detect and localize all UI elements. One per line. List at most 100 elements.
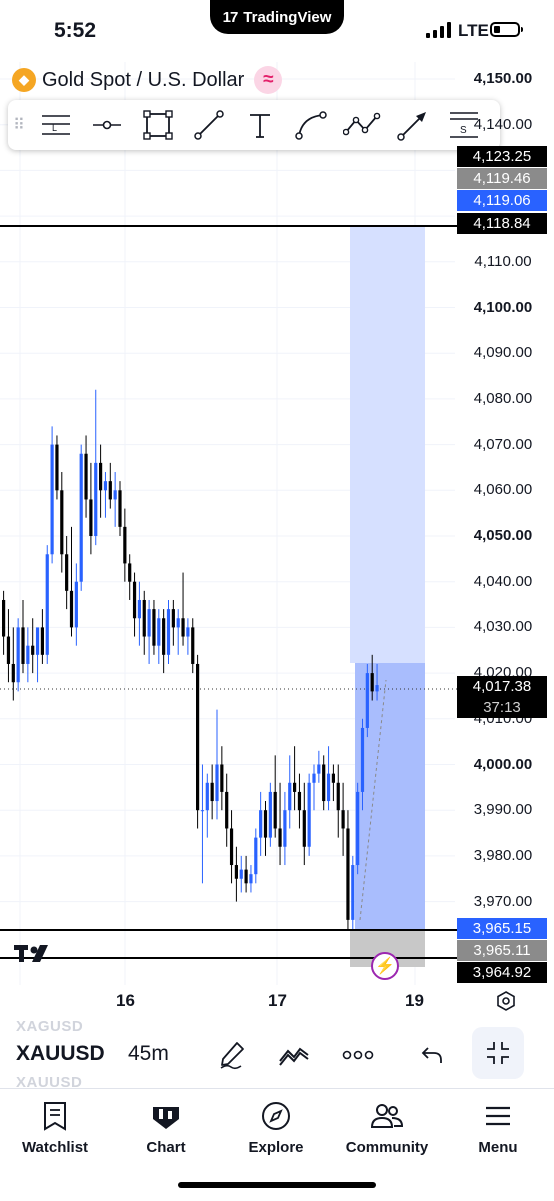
candle-body <box>2 599 6 637</box>
drawing-toolbar: ⠿ L S <box>8 100 500 150</box>
date-label: 19 <box>405 991 424 1010</box>
candle-body <box>69 590 74 628</box>
candle-body <box>26 645 30 664</box>
candle-body <box>74 581 78 628</box>
candle-body <box>210 782 214 802</box>
candle-body <box>239 869 243 879</box>
candle-body <box>147 609 151 637</box>
curve-icon[interactable] <box>285 103 336 147</box>
price-axis-label: 4,080.00 <box>473 389 533 407</box>
chart-icon <box>153 1107 179 1129</box>
tab-label: Community <box>345 1139 429 1156</box>
settings-icon[interactable] <box>495 990 517 1012</box>
network-type: LTE <box>458 21 489 40</box>
price-axis-label: 3,990.00 <box>473 801 533 819</box>
lightning-icon[interactable]: ⚡ <box>371 952 399 980</box>
candle-body <box>132 581 137 619</box>
more-button[interactable] <box>338 1035 378 1075</box>
price-axis-label: 4,030.00 <box>473 618 533 636</box>
candle-body <box>123 526 127 564</box>
candle-body <box>99 462 103 491</box>
candle-body <box>103 481 108 491</box>
app-name: TradingView <box>243 8 332 26</box>
profit-zone <box>355 663 425 930</box>
indicators-button[interactable] <box>274 1035 314 1075</box>
symbol-selector[interactable]: XAUUSD <box>16 1042 105 1066</box>
candle-body <box>84 453 88 500</box>
candle-body <box>94 462 98 536</box>
price-axis-label: 4,110.00 <box>474 252 532 270</box>
candle-body <box>360 727 365 792</box>
candle-body <box>191 627 195 664</box>
fullscreen-exit-button[interactable] <box>472 1027 524 1079</box>
trend-line-icon[interactable] <box>183 103 234 147</box>
candle-body <box>229 828 234 866</box>
date-label: 16 <box>116 991 135 1010</box>
candle-body <box>40 627 44 655</box>
live-price-tag: 4,017.38 37:13 <box>457 676 547 718</box>
candle-body <box>375 685 379 692</box>
wave-icon[interactable]: ≈ <box>254 66 283 94</box>
candle-body <box>220 764 224 792</box>
tab-community[interactable]: Community <box>337 1099 437 1156</box>
candle-body <box>307 782 311 847</box>
candle-body <box>268 791 272 838</box>
price-tag: 4,118.84 <box>457 213 547 234</box>
horizontal-ray-icon[interactable]: L <box>30 103 81 147</box>
price-axis-label: 4,050.00 <box>473 527 533 544</box>
candle-body <box>118 490 122 527</box>
candle-body <box>55 444 59 491</box>
symbol-scroll-previous[interactable]: XAGUSD <box>16 1018 83 1035</box>
battery-icon <box>490 22 523 37</box>
candle-body <box>21 627 25 664</box>
price-axis-label: 4,100.00 <box>473 298 533 316</box>
price-tag: 3,965.11 <box>457 940 547 961</box>
horizontal-line-icon[interactable] <box>81 103 132 147</box>
candle-body <box>142 599 146 637</box>
candle-body <box>317 764 321 774</box>
candle-body <box>79 453 83 582</box>
candle-body <box>181 618 185 637</box>
price-axis-label: 4,040.00 <box>473 572 533 590</box>
drag-handle-icon[interactable]: ⠿ <box>8 115 30 135</box>
candle-body <box>288 782 292 811</box>
candle-body <box>166 609 171 655</box>
undo-icon <box>421 1047 442 1063</box>
tradingview-watermark-icon <box>14 945 48 962</box>
candle-body <box>336 782 340 811</box>
candle-body <box>152 609 156 646</box>
interval-selector[interactable]: 45m <box>128 1042 169 1066</box>
candle-body <box>278 828 282 847</box>
path-icon[interactable] <box>336 103 387 147</box>
arrow-icon[interactable] <box>387 103 438 147</box>
tab-menu[interactable]: Menu <box>448 1099 548 1156</box>
candle-body <box>346 828 350 920</box>
price-tag: 3,965.15 <box>457 918 547 939</box>
target-zone <box>350 226 425 663</box>
candle-body <box>16 627 20 683</box>
pen-icon <box>220 1042 244 1070</box>
text-icon[interactable] <box>234 103 285 147</box>
gold-coin-icon: ◆ <box>12 68 36 92</box>
tab-label: Explore <box>248 1139 304 1156</box>
tab-explore[interactable]: Explore <box>226 1099 326 1156</box>
candle-body <box>297 791 302 811</box>
candle-body <box>331 773 335 783</box>
symbol-header[interactable]: ◆ Gold Spot / U.S. Dollar ≈ <box>12 66 283 94</box>
price-tag: 4,123.25 <box>457 146 547 167</box>
date-label: 17 <box>268 991 287 1010</box>
tab-chart[interactable]: Chart <box>116 1099 216 1156</box>
candle-body <box>351 865 355 920</box>
tab-label: Chart <box>146 1139 186 1156</box>
candle-body <box>326 773 331 802</box>
tab-watchlist[interactable]: Watchlist <box>5 1099 105 1156</box>
candle-body <box>273 791 277 829</box>
undo-button[interactable] <box>412 1035 452 1075</box>
drawing-tools-button[interactable] <box>212 1035 252 1075</box>
indicators-icon <box>279 1047 309 1066</box>
symbol-title: Gold Spot / U.S. Dollar <box>42 68 245 91</box>
candle-body <box>171 609 175 628</box>
tab-label: Menu <box>478 1139 518 1156</box>
candle-body <box>65 554 69 591</box>
rectangle-icon[interactable] <box>132 103 183 147</box>
